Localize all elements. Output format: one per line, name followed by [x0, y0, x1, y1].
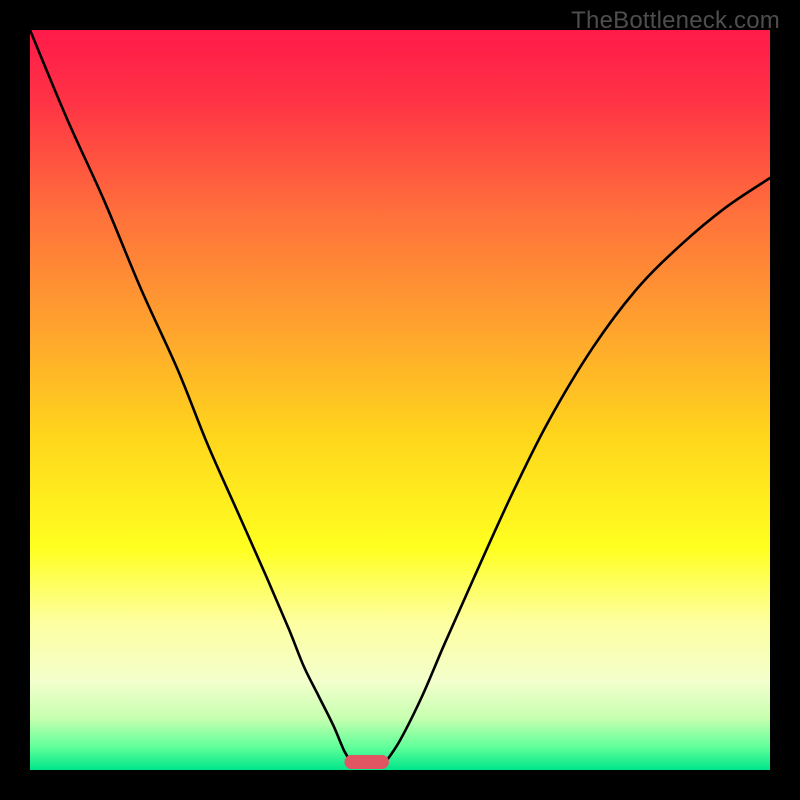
chart-background — [30, 30, 770, 770]
chart-frame: TheBottleneck.com — [0, 0, 800, 800]
chart-svg — [30, 30, 770, 770]
plot-area — [30, 30, 770, 770]
minimum-marker-pill — [345, 755, 389, 769]
minimum-marker — [345, 755, 389, 769]
